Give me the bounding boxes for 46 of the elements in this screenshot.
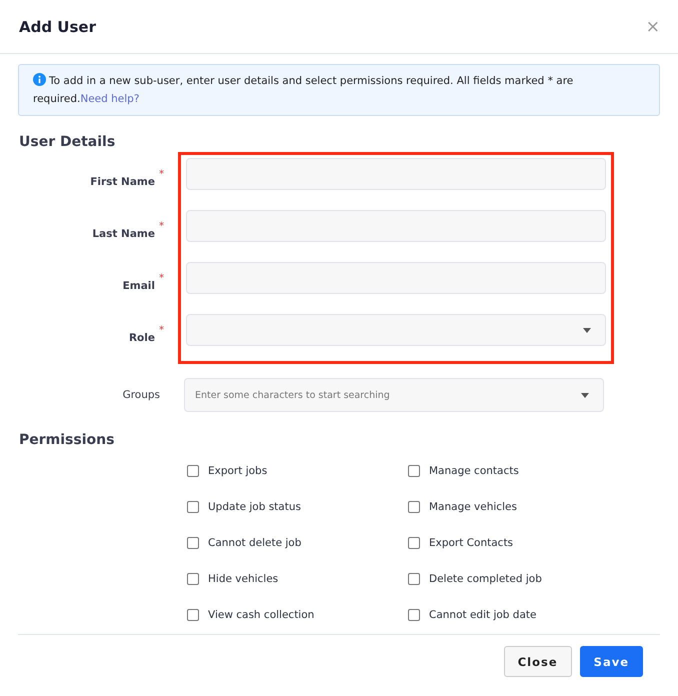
info-text: To add in a new sub-user, enter user details and select permissions required. All fields marked * are required.Need help? xyxy=(33,72,574,107)
placeholder-text: Enter some characters to start searching xyxy=(195,390,390,400)
caret-icon xyxy=(581,392,589,398)
checkbox[interactable] xyxy=(408,573,420,585)
section-heading: User Details xyxy=(19,134,116,150)
checkbox-label: Update job status xyxy=(208,501,301,513)
select-field[interactable] xyxy=(186,314,606,346)
checkbox-label: Cannot delete job xyxy=(208,537,302,549)
help-link[interactable]: Need help? xyxy=(80,93,140,105)
checkbox-label: View cash collection xyxy=(208,609,314,621)
info-icon xyxy=(33,73,46,86)
checkbox[interactable] xyxy=(187,465,199,477)
section-heading: Permissions xyxy=(19,432,116,448)
required-mark: * xyxy=(159,325,164,336)
checkbox-label: Cannot edit job date xyxy=(429,609,536,621)
save-button[interactable]: Save xyxy=(580,646,643,677)
caret-icon xyxy=(583,328,591,332)
field-label: Groups xyxy=(122,389,160,401)
input-field[interactable] xyxy=(186,262,606,294)
checkbox[interactable] xyxy=(408,465,420,477)
checkbox[interactable] xyxy=(408,537,420,549)
field-label: Role xyxy=(128,332,155,344)
field-label: Last Name xyxy=(92,228,155,240)
checkbox-label: Export Contacts xyxy=(429,537,514,549)
checkbox[interactable] xyxy=(187,573,199,585)
input-field[interactable] xyxy=(186,210,606,242)
checkbox[interactable] xyxy=(408,501,420,513)
required-mark: * xyxy=(159,273,164,284)
checkbox-label: Hide vehicles xyxy=(208,573,278,585)
checkbox-label: Export jobs xyxy=(208,465,268,477)
input-field[interactable] xyxy=(186,158,606,190)
checkbox[interactable] xyxy=(408,609,420,621)
checkbox[interactable] xyxy=(187,501,199,513)
select-field[interactable]: Enter some characters to start searching xyxy=(184,378,604,412)
checkbox[interactable] xyxy=(187,609,199,621)
checkbox-label: Manage contacts xyxy=(429,465,519,477)
checkbox[interactable] xyxy=(187,537,199,549)
checkbox-label: Manage vehicles xyxy=(429,501,517,513)
required-mark: * xyxy=(159,221,164,232)
close-button[interactable]: Close xyxy=(504,646,572,677)
close-button[interactable]: × xyxy=(646,16,660,36)
required-mark: * xyxy=(159,169,164,180)
dialog-title: Add User xyxy=(19,18,96,36)
checkbox-label: Delete completed job xyxy=(429,573,542,585)
field-label: Email xyxy=(122,280,155,292)
field-label: First Name xyxy=(90,176,155,188)
